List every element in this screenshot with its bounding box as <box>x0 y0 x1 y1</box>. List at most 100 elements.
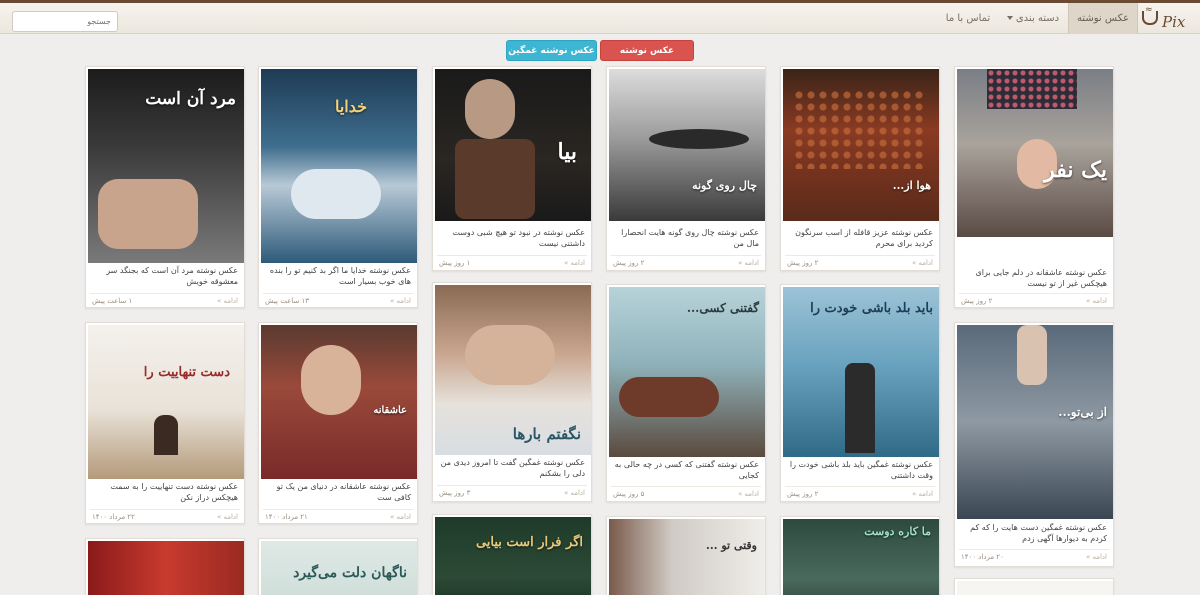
post-footer: ۲ روز پیش ادامه » <box>785 255 935 269</box>
post-footer: ۲ روز پیش ادامه » <box>959 293 1109 307</box>
post-image-text: ما کاره دوست <box>864 525 931 538</box>
nav-item-categories[interactable]: دسته بندی <box>1000 3 1066 34</box>
post-image[interactable]: از بی‌تو... <box>957 325 1113 519</box>
post-image[interactable]: نگفتم بارها <box>435 285 591 455</box>
post-card[interactable]: اگر فرار است بیایی <box>432 514 592 595</box>
read-more-link[interactable]: ادامه » <box>564 486 585 500</box>
post-image[interactable]: باید بلد باشی خودت را <box>783 287 939 457</box>
post-card[interactable]: بیا عکس نوشته در نبود تو هیچ شبی دوست دا… <box>432 66 592 271</box>
post-time: ۲۲ مرداد ۱۴۰۰ <box>92 513 135 521</box>
post-card[interactable] <box>85 538 245 595</box>
read-more-link[interactable]: ادامه » <box>912 256 933 270</box>
post-card[interactable]: نگفتم بارها عکس نوشته غمگین گفت تا امروز… <box>432 282 592 502</box>
post-caption[interactable]: عکس نوشته غمگین گفت تا امروز دیدی من دلی… <box>437 457 585 481</box>
post-card[interactable]: دست تنهاییت را عکس نوشته دست تنهاییت را … <box>85 322 245 524</box>
post-image-text: اگر فرار است بیایی <box>475 535 583 550</box>
post-card[interactable]: از بی‌تو... عکس نوشته غمگین دست هایت را … <box>954 322 1114 567</box>
post-image-text: گفتنی کسی... <box>686 301 759 315</box>
post-caption[interactable]: عکس نوشته خدایا ما اگر بد کنیم تو را بند… <box>263 265 411 289</box>
read-more-link[interactable]: ادامه » <box>390 510 411 524</box>
nav-item-categories-label: دسته بندی <box>1015 13 1060 24</box>
sad-photos-button[interactable]: عکس نوشته غمگین <box>506 40 597 61</box>
post-footer: ۵ روز پیش ادامه » <box>611 486 761 500</box>
post-image[interactable]: چال روی گونه <box>609 69 765 221</box>
top-navbar: ≈ Pix عکس نوشته دسته بندی تماس با ما <box>0 3 1200 34</box>
post-card[interactable]: چال روی گونه عکس نوشته چال روی گونه هایت… <box>606 66 766 271</box>
post-time: ۳ روز پیش <box>439 489 471 497</box>
read-more-link[interactable]: ادامه » <box>1086 294 1107 308</box>
post-image[interactable]: اگر فرار است بیایی <box>435 517 591 595</box>
post-card[interactable]: عاشقانه عکس نوشته عاشقانه در دنیای من یک… <box>258 322 418 524</box>
post-caption[interactable]: عکس نوشته چال روی گونه هایت انحصارا مال … <box>611 227 759 251</box>
post-image[interactable]: یک نفر <box>957 69 1113 237</box>
site-logo[interactable]: ≈ Pix <box>1136 5 1192 33</box>
post-image[interactable]: گفتنی کسی... <box>609 287 765 457</box>
post-image[interactable]: دست تنهاییت را <box>88 325 244 479</box>
post-image[interactable]: هوا از... <box>783 69 939 221</box>
nav-item-contact[interactable]: تماس با ما <box>938 3 998 34</box>
post-image-text: عاشقانه <box>373 405 407 416</box>
post-card[interactable] <box>954 578 1114 595</box>
post-image-text: بیا <box>557 139 577 165</box>
post-caption[interactable]: عکس نوشته دست تنهاییت را به سمت هیچکس در… <box>90 481 238 505</box>
post-card[interactable]: باید بلد باشی خودت را عکس نوشته غمگین با… <box>780 284 940 502</box>
post-card[interactable]: خدایا عکس نوشته خدایا ما اگر بد کنیم تو … <box>258 66 418 308</box>
post-footer: ۲ روز پیش ادامه » <box>785 486 935 500</box>
post-footer: ۲۲ مرداد ۱۴۰۰ ادامه » <box>90 509 240 523</box>
read-more-link[interactable]: ادامه » <box>390 294 411 308</box>
post-footer: ۳ روز پیش ادامه » <box>437 485 587 499</box>
post-footer: ۲۱ مرداد ۱۴۰۰ ادامه » <box>263 509 413 523</box>
post-image[interactable] <box>957 581 1113 595</box>
post-image[interactable]: عاشقانه <box>261 325 417 479</box>
post-image[interactable]: ما کاره دوست <box>783 519 939 595</box>
post-caption[interactable]: عکس نوشته عاشقانه در دنیای من یک تو کافی… <box>263 481 411 505</box>
post-card[interactable]: هوا از... عکس نوشته عزیز قافله از اسب سر… <box>780 66 940 271</box>
logo-text: Pix <box>1162 13 1186 31</box>
post-caption[interactable]: عکس نوشته مرد آن است که بجنگد سر معشوقه … <box>90 265 238 289</box>
post-caption[interactable]: عکس نوشته در نبود تو هیچ شبی دوست داشتنی… <box>437 227 585 251</box>
post-image-text: خدایا <box>334 97 367 116</box>
post-caption[interactable]: عکس نوشته گفتنی که کسی در چه حالی به کجا… <box>611 459 759 483</box>
nav-item-photo-text[interactable]: عکس نوشته <box>1068 3 1138 34</box>
romantic-photos-button[interactable]: عکس نوشته عاشقانه <box>600 40 694 77</box>
search-input[interactable] <box>12 11 118 32</box>
read-more-link[interactable]: ادامه » <box>912 487 933 501</box>
post-image[interactable]: ناگهان دلت می‌گیرد <box>261 541 417 595</box>
post-card[interactable]: وقتی تو ... <box>606 516 766 595</box>
read-more-link[interactable]: ادامه » <box>564 256 585 270</box>
post-caption[interactable]: عکس نوشته غمگین دست هایت را که کم کردم ب… <box>959 522 1107 546</box>
post-image-text: یک نفر <box>1044 157 1107 183</box>
post-image[interactable]: خدایا <box>261 69 417 263</box>
post-caption[interactable]: عکس نوشته غمگین باید بلد باشی خودت را وق… <box>785 459 933 483</box>
read-more-link[interactable]: ادامه » <box>738 487 759 501</box>
read-more-link[interactable]: ادامه » <box>1086 550 1107 564</box>
post-time: ۲ روز پیش <box>787 490 819 498</box>
post-card[interactable]: یک نفر عکس نوشته عاشقانه در دلم جایی برا… <box>954 66 1114 308</box>
post-image-text: هوا از... <box>892 179 931 192</box>
post-footer: ۱۳ ساعت پیش ادامه » <box>263 293 413 307</box>
post-image-text: مرد آن است <box>145 89 236 109</box>
post-time: ۲ روز پیش <box>961 297 993 305</box>
post-image[interactable]: بیا <box>435 69 591 221</box>
post-footer: ۲۰ مرداد ۱۴۰۰ ادامه » <box>959 549 1109 563</box>
read-more-link[interactable]: ادامه » <box>217 294 238 308</box>
caret-down-icon <box>1006 16 1013 20</box>
read-more-link[interactable]: ادامه » <box>217 510 238 524</box>
read-more-link[interactable]: ادامه » <box>738 256 759 270</box>
post-image[interactable]: وقتی تو ... <box>609 519 765 595</box>
post-card[interactable]: مرد آن است عکس نوشته مرد آن است که بجنگد… <box>85 66 245 308</box>
post-caption[interactable]: عکس نوشته عاشقانه در دلم جایی برای هیچکس… <box>959 267 1107 291</box>
post-caption[interactable]: عکس نوشته عزیز قافله از اسب سرنگون کردید… <box>785 227 933 251</box>
post-card[interactable]: گفتنی کسی... عکس نوشته گفتنی که کسی در چ… <box>606 284 766 502</box>
post-image-text: چال روی گونه <box>692 179 757 192</box>
post-card[interactable]: ما کاره دوست <box>780 516 940 595</box>
post-footer: ۱ ساعت پیش ادامه » <box>90 293 240 307</box>
coffee-cup-icon <box>1142 11 1158 25</box>
post-image-text: وقتی تو ... <box>706 539 757 552</box>
post-image-text: از بی‌تو... <box>1058 405 1107 419</box>
post-time: ۲۱ مرداد ۱۴۰۰ <box>265 513 308 521</box>
post-image[interactable] <box>88 541 244 595</box>
post-card[interactable]: ناگهان دلت می‌گیرد <box>258 538 418 595</box>
post-image[interactable]: مرد آن است <box>88 69 244 263</box>
post-time: ۲ روز پیش <box>787 259 819 267</box>
